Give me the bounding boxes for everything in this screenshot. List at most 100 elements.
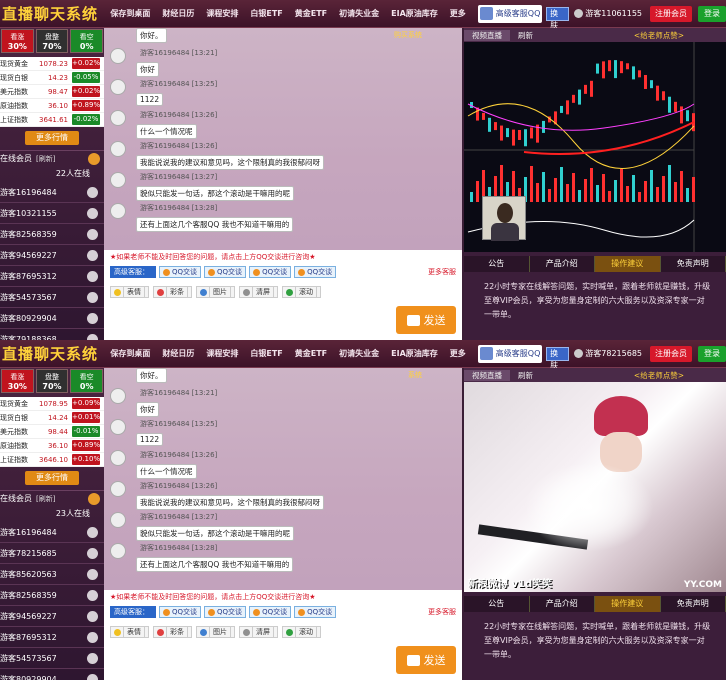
- quote-row[interactable]: 原油指数 36.10 +0.89%: [0, 99, 104, 113]
- quote-row[interactable]: 原油指数 36.10 +0.89%: [0, 439, 104, 453]
- nav-item[interactable]: 财经日历: [156, 8, 200, 19]
- like-teacher-button[interactable]: <给老师点赞>: [626, 30, 692, 41]
- user-status-icon: [87, 270, 98, 282]
- quote-row[interactable]: 现货黄金 1078.95 +0.09%: [0, 397, 104, 411]
- tool-button[interactable]: 彩条: [153, 286, 192, 298]
- info-tab[interactable]: 产品介绍: [530, 256, 595, 272]
- list-item[interactable]: 游客82568359: [0, 585, 104, 606]
- tool-button[interactable]: 清屏: [239, 286, 278, 298]
- info-tab[interactable]: 产品介绍: [530, 596, 595, 612]
- list-item[interactable]: 游客85620563: [0, 564, 104, 585]
- announcement-text: 22小时专家在线解答问题，实时喊单，跟着老师就是赚钱，升级至尊VIP会员，享受为…: [484, 622, 711, 659]
- tool-button[interactable]: 图片: [196, 286, 235, 298]
- nav-item[interactable]: 黄金ETF: [289, 8, 333, 19]
- list-item[interactable]: 游客94569227: [0, 245, 104, 266]
- list-item[interactable]: 游客54573567: [0, 287, 104, 308]
- nav-item[interactable]: 初请失业金: [333, 8, 385, 19]
- tool-button[interactable]: 图片: [196, 626, 235, 638]
- login-button[interactable]: 登录: [698, 345, 726, 362]
- message-user: 游客16196484: [140, 482, 190, 490]
- tool-button[interactable]: 表情: [110, 286, 149, 298]
- info-tab[interactable]: 免责声明: [661, 596, 726, 612]
- qq-talk-button[interactable]: QQ交谈: [159, 606, 202, 618]
- nav-item[interactable]: 保存到桌面: [104, 8, 156, 19]
- tool-button[interactable]: 表情: [110, 626, 149, 638]
- nav-item[interactable]: 黄金ETF: [289, 348, 333, 359]
- like-teacher-button[interactable]: <给老师点赞>: [626, 370, 692, 381]
- send-button[interactable]: 发送: [396, 306, 456, 334]
- list-item[interactable]: 游客82568359: [0, 224, 104, 245]
- nav-item[interactable]: 更多: [444, 348, 472, 359]
- list-item[interactable]: 游客94569227: [0, 606, 104, 627]
- list-item[interactable]: 游客10321155: [0, 203, 104, 224]
- nav-item[interactable]: 财经日历: [156, 348, 200, 359]
- chat-messages[interactable]: 系统 你好。 游客16196484 [13:21] 你好 游客16196484 [13:25…: [104, 368, 462, 590]
- more-kefu-link[interactable]: 更多客服: [428, 267, 456, 277]
- register-button[interactable]: 注册会员: [650, 5, 692, 22]
- list-item[interactable]: 游客87695312: [0, 627, 104, 648]
- register-button[interactable]: 注册会员: [650, 345, 692, 362]
- tool-button[interactable]: 滚动: [282, 626, 321, 638]
- nav-item[interactable]: 白银ETF: [244, 8, 288, 19]
- list-item[interactable]: 游客79188368: [0, 329, 104, 340]
- video-tab[interactable]: 刷新: [510, 370, 541, 381]
- more-quotes-button[interactable]: 更多行情: [25, 131, 79, 145]
- quote-row[interactable]: 上证指数 3646.10 +0.10%: [0, 453, 104, 467]
- list-item[interactable]: 游客16196484: [0, 522, 104, 543]
- qq-talk-button[interactable]: QQ交谈: [249, 266, 292, 278]
- skin-button[interactable]: 换肤: [546, 346, 570, 370]
- info-tab[interactable]: 公告: [464, 596, 530, 612]
- qq-service-button[interactable]: 高级客服QQ: [477, 344, 543, 363]
- list-item[interactable]: 游客16196484: [0, 182, 104, 203]
- video-player[interactable]: 新浪微博 v1d笑笑 YY.COM: [464, 382, 726, 592]
- chat-messages[interactable]: 购买系统 你好。 游客16196484 [13:21] 你好 游客16196484 [13:…: [104, 28, 462, 250]
- nav-item[interactable]: 保存到桌面: [104, 348, 156, 359]
- video-tab[interactable]: 视频直播: [464, 369, 510, 381]
- info-tab[interactable]: 免责声明: [661, 256, 726, 272]
- skin-button[interactable]: 换肤: [546, 6, 570, 30]
- quote-row[interactable]: 现货黄金 1078.23 +0.02%: [0, 57, 104, 71]
- refresh-link[interactable]: [刷新]: [36, 494, 55, 504]
- quote-row[interactable]: 上证指数 3641.61 -0.02%: [0, 113, 104, 127]
- nav-item[interactable]: 初请失业金: [333, 348, 385, 359]
- list-item[interactable]: 游客80929904: [0, 308, 104, 329]
- more-quotes-button[interactable]: 更多行情: [25, 471, 79, 485]
- nav-item[interactable]: 白银ETF: [244, 348, 288, 359]
- quote-row[interactable]: 美元指数 98.47 +0.02%: [0, 85, 104, 99]
- nav-item[interactable]: EIA原油库存: [385, 348, 444, 359]
- video-player[interactable]: [464, 42, 726, 252]
- qq-talk-button[interactable]: QQ交谈: [204, 266, 247, 278]
- qq-service-button[interactable]: 高级客服QQ: [477, 4, 543, 23]
- nav-item[interactable]: 课程安排: [200, 348, 244, 359]
- nav-item[interactable]: EIA原油库存: [385, 8, 444, 19]
- volume-bar-icon: [662, 176, 665, 202]
- info-tab[interactable]: 操作建议: [595, 596, 661, 612]
- video-tab[interactable]: 刷新: [510, 30, 541, 41]
- qq-talk-button[interactable]: QQ交谈: [159, 266, 202, 278]
- qq-talk-button[interactable]: QQ交谈: [294, 266, 337, 278]
- qq-talk-button[interactable]: QQ交谈: [294, 606, 337, 618]
- tool-button[interactable]: 清屏: [239, 626, 278, 638]
- refresh-link[interactable]: [刷新]: [36, 154, 55, 164]
- send-button[interactable]: 发送: [396, 646, 456, 674]
- quote-row[interactable]: 现货白银 14.23 -0.05%: [0, 71, 104, 85]
- message-time: [13:26]: [191, 142, 218, 150]
- video-tab[interactable]: 视频直播: [464, 29, 510, 41]
- list-item[interactable]: 游客54573567: [0, 648, 104, 669]
- list-item[interactable]: 游客87695312: [0, 266, 104, 287]
- info-tab[interactable]: 操作建议: [595, 256, 661, 272]
- login-button[interactable]: 登录: [698, 5, 726, 22]
- quote-row[interactable]: 美元指数 98.44 -0.01%: [0, 425, 104, 439]
- list-item[interactable]: 游客80929904: [0, 669, 104, 680]
- list-item[interactable]: 游客78215685: [0, 543, 104, 564]
- nav-item[interactable]: 课程安排: [200, 8, 244, 19]
- info-tab[interactable]: 公告: [464, 256, 530, 272]
- quote-row[interactable]: 现货白银 14.24 +0.01%: [0, 411, 104, 425]
- more-kefu-link[interactable]: 更多客服: [428, 607, 456, 617]
- qq-talk-button[interactable]: QQ交谈: [204, 606, 247, 618]
- tool-button[interactable]: 滚动: [282, 286, 321, 298]
- tool-button[interactable]: 彩条: [153, 626, 192, 638]
- qq-talk-button[interactable]: QQ交谈: [249, 606, 292, 618]
- nav-item[interactable]: 更多: [444, 8, 472, 19]
- info-tabs: 公告 产品介绍 操作建议 免责声明: [464, 256, 726, 272]
